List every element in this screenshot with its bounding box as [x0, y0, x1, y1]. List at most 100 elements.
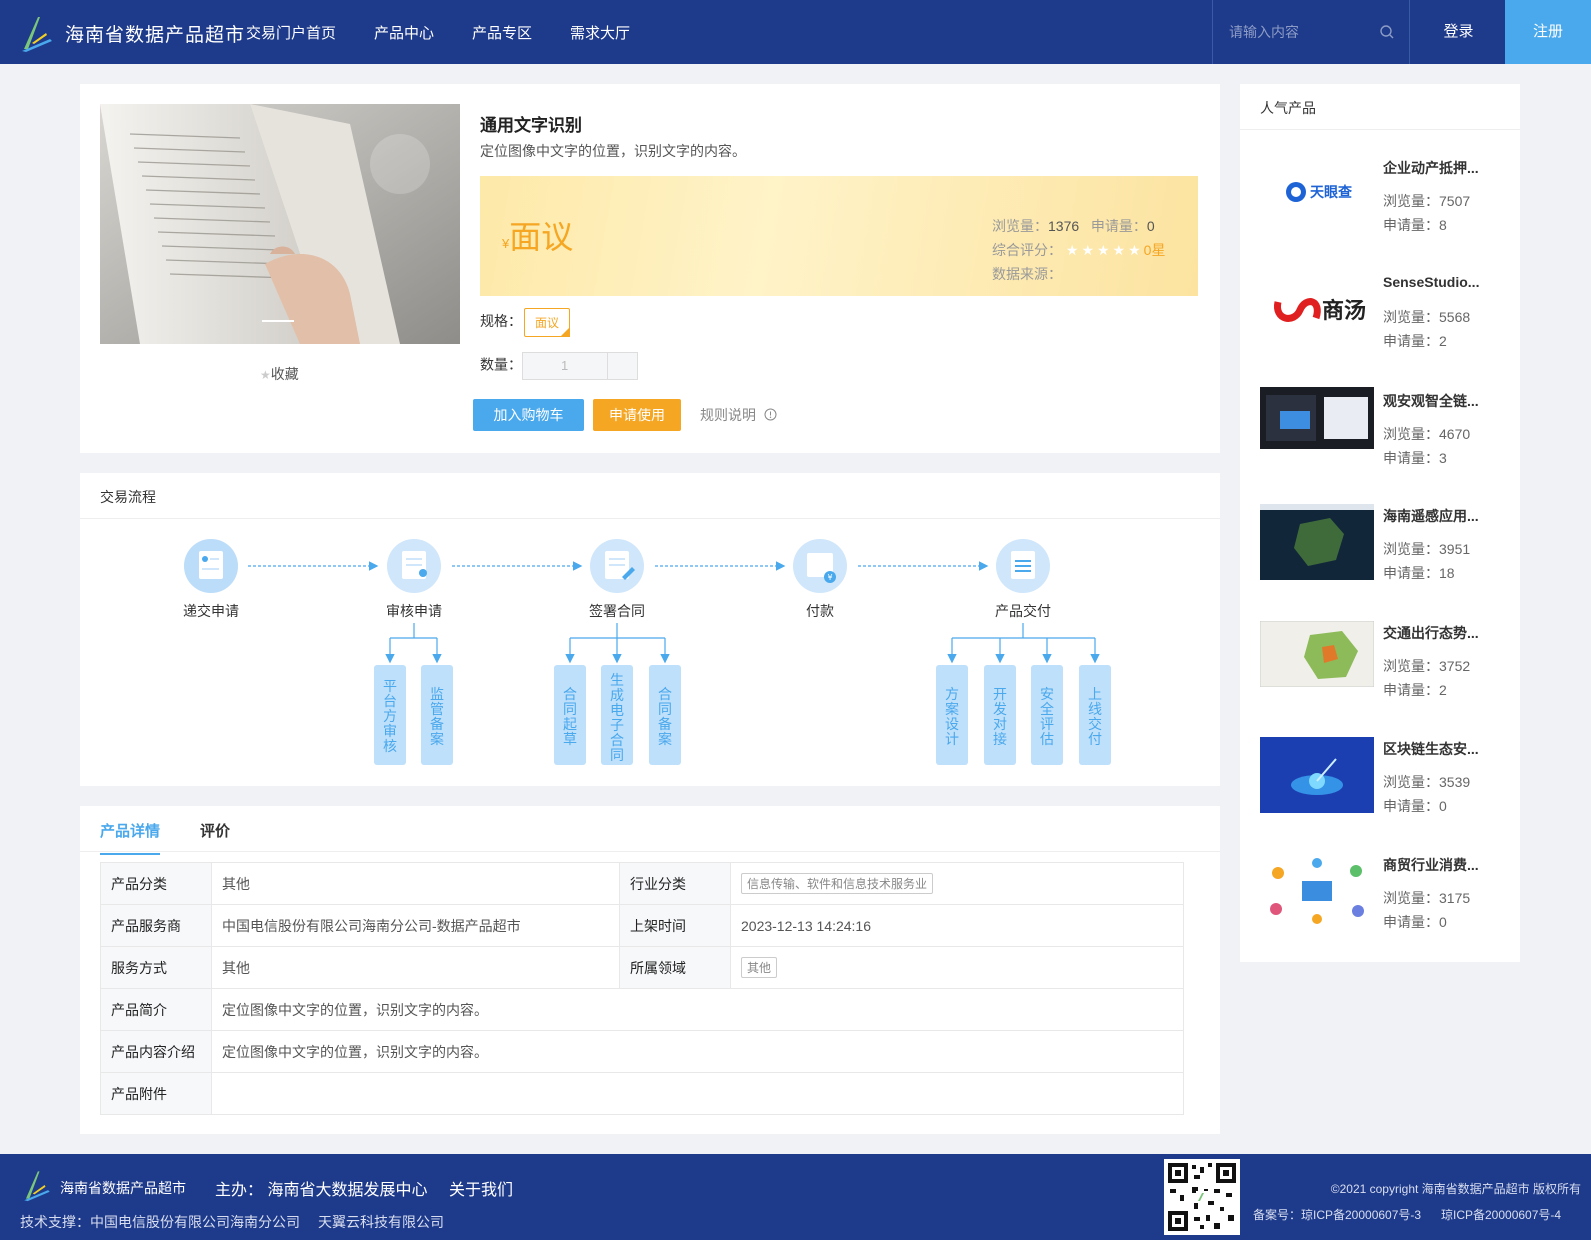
cell-value: 信息传输、软件和信息技术服务业	[730, 862, 1184, 905]
popular-item[interactable]: 观安观智全链... 浏览量：4670 申请量：3	[1260, 387, 1500, 489]
brand-title[interactable]: 海南省数据产品超市	[65, 20, 245, 47]
sub-step-label: 方案设计	[945, 686, 959, 747]
product-thumbnail: 天眼查	[1260, 156, 1374, 232]
popular-item-views: 浏览量：3752	[1383, 656, 1470, 676]
views-label: 浏览量：	[1383, 309, 1439, 325]
rating-value: 0星	[1143, 242, 1166, 258]
search-input[interactable]	[1229, 20, 1379, 44]
brand-logo-icon[interactable]	[20, 13, 54, 53]
search-icon[interactable]	[1379, 24, 1395, 40]
nav-product-center[interactable]: 产品中心	[374, 22, 434, 43]
views-label: 浏览量：	[1383, 658, 1439, 674]
sub-step-label: 监管备案	[430, 686, 444, 747]
quantity-stepper[interactable]: 1	[522, 352, 638, 380]
cell-value: 2023-12-13 14:24:16	[730, 904, 1184, 947]
product-thumbnail	[1260, 504, 1374, 580]
popular-item-views: 浏览量：3951	[1383, 539, 1470, 559]
rating-stars-icon: ★★★★★	[1065, 242, 1144, 258]
cell-label: 产品简介	[100, 988, 212, 1031]
cell-value: 定位图像中文字的位置，识别文字的内容。	[211, 988, 1184, 1031]
sub-step-label: 平台方审核	[383, 678, 397, 754]
login-button[interactable]: 登录	[1412, 0, 1505, 64]
popular-item-views: 浏览量：5568	[1383, 307, 1470, 327]
thumb-logo-text: 商汤	[1322, 298, 1366, 324]
nav-demand-hall[interactable]: 需求大厅	[570, 22, 630, 43]
product-thumbnail	[1260, 737, 1374, 813]
popular-item[interactable]: 商贸行业消费... 浏览量：3175 申请量：0	[1260, 853, 1500, 953]
footer: 海南省数据产品超市 主办： 海南省大数据发展中心 关于我们 技术支撑：中国电信股…	[0, 1154, 1591, 1240]
footer-about-link[interactable]: 关于我们	[449, 1176, 513, 1200]
svg-text:¥: ¥	[827, 573, 832, 582]
table-row: 产品服务商 中国电信股份有限公司海南分公司-数据产品超市 上架时间 2023-1…	[100, 904, 1184, 947]
product-thumbnail	[1260, 853, 1374, 929]
views-value: 3175	[1439, 890, 1471, 906]
rules-label: 规则说明	[700, 407, 756, 423]
sub-step-label: 上线交付	[1088, 686, 1102, 747]
views-label: 浏览量：	[1383, 193, 1439, 209]
tab-product-details[interactable]: 产品详情	[100, 820, 161, 855]
cell-label: 上架时间	[619, 904, 731, 947]
step-label: 签署合同	[589, 603, 645, 619]
nav-home[interactable]: 交易门户首页	[246, 22, 336, 43]
popular-item-name: 海南遥感应用...	[1383, 508, 1479, 524]
footer-logo-icon	[24, 1171, 50, 1202]
apply-value: 2	[1439, 333, 1447, 349]
spec-row: 规格： 面议	[480, 308, 571, 337]
sub-step-label: 合同备案	[658, 686, 672, 747]
add-to-cart-button[interactable]: 加入购物车	[473, 399, 584, 431]
apply-value: 8	[1439, 217, 1447, 233]
register-button[interactable]: 注册	[1505, 0, 1591, 64]
cell-label: 产品内容介绍	[100, 1030, 212, 1073]
popular-item[interactable]: 区块链生态安... 浏览量：3539 申请量：0	[1260, 737, 1500, 837]
popular-item-apply: 申请量：18	[1383, 563, 1455, 583]
stepper-arrows[interactable]	[607, 353, 637, 379]
nav-product-zone[interactable]: 产品专区	[472, 22, 532, 43]
apply-value: 3	[1439, 450, 1447, 466]
rules-link[interactable]: 规则说明	[700, 405, 777, 425]
product-thumbnail	[1260, 387, 1374, 449]
source-label: 数据来源：	[992, 266, 1062, 282]
popular-item[interactable]: 交通出行态势... 浏览量：3752 申请量：2	[1260, 621, 1500, 721]
top-header: 海南省数据产品超市 交易门户首页 产品中心 产品专区 需求大厅 登录 注册	[0, 0, 1591, 64]
industry-tag: 信息传输、软件和信息技术服务业	[741, 873, 934, 894]
popular-item-name: SenseStudio...	[1383, 274, 1480, 290]
popular-item[interactable]: 海南遥感应用... 浏览量：3951 申请量：18	[1260, 504, 1500, 604]
popular-item-views: 浏览量：3539	[1383, 772, 1470, 792]
qty-row: 数量： 1	[480, 352, 638, 380]
product-stats: 浏览量：1376 申请量：0 综合评分： ★★★★★0星 数据来源：	[992, 214, 1165, 286]
popular-item-name: 企业动产抵押...	[1383, 160, 1479, 176]
popular-item-apply: 申请量：0	[1383, 796, 1447, 816]
cell-value: 中国电信股份有限公司海南分公司-数据产品超市	[211, 904, 620, 947]
main-nav: 交易门户首页 产品中心 产品专区 需求大厅	[246, 22, 630, 43]
footer-icp-2[interactable]: 琼ICP备20000607号-4	[1441, 1206, 1561, 1223]
popular-item-apply: 申请量：8	[1383, 215, 1447, 235]
apply-use-button[interactable]: 申请使用	[593, 399, 681, 431]
popular-item-name: 交通出行态势...	[1383, 625, 1479, 641]
step-icon-pay-icon: ¥	[793, 539, 847, 593]
spec-option[interactable]: 面议	[524, 308, 571, 337]
table-row: 产品简介 定位图像中文字的位置，识别文字的内容。	[100, 988, 1184, 1031]
details-table: 产品分类 其他 行业分类 信息传输、软件和信息技术服务业 产品服务商 中国电信股…	[100, 862, 1184, 1115]
step-icon-contract-icon	[590, 539, 644, 593]
favorite-button[interactable]: ★收藏	[260, 364, 299, 384]
domain-tag: 其他	[741, 957, 778, 978]
favorite-label: 收藏	[270, 366, 299, 382]
divider	[80, 851, 1220, 852]
cell-label: 产品附件	[100, 1072, 212, 1115]
views-label: 浏览量：	[992, 218, 1048, 234]
popular-item[interactable]: 商汤 SenseStudio... 浏览量：5568 申请量：2	[1260, 272, 1500, 372]
footer-icp-1[interactable]: 备案号：琼ICP备20000607号-3	[1253, 1206, 1421, 1223]
tab-reviews[interactable]: 评价	[200, 820, 230, 855]
spec-option-label: 面议	[535, 316, 560, 330]
qty-label: 数量：	[480, 356, 522, 373]
step-label: 产品交付	[995, 603, 1051, 619]
popular-item[interactable]: 天眼查 企业动产抵押... 浏览量：7507 申请量：8	[1260, 156, 1500, 256]
apply-label: 申请量：	[1383, 682, 1439, 698]
qr-code-icon	[1164, 1159, 1240, 1235]
popular-item-views: 浏览量：7507	[1383, 191, 1470, 211]
cell-value: 其他	[211, 862, 620, 905]
star-icon: ★	[260, 368, 271, 382]
table-row: 产品分类 其他 行业分类 信息传输、软件和信息技术服务业	[100, 862, 1184, 905]
price: ¥面议	[502, 212, 573, 258]
step-label: 递交申请	[183, 603, 239, 619]
